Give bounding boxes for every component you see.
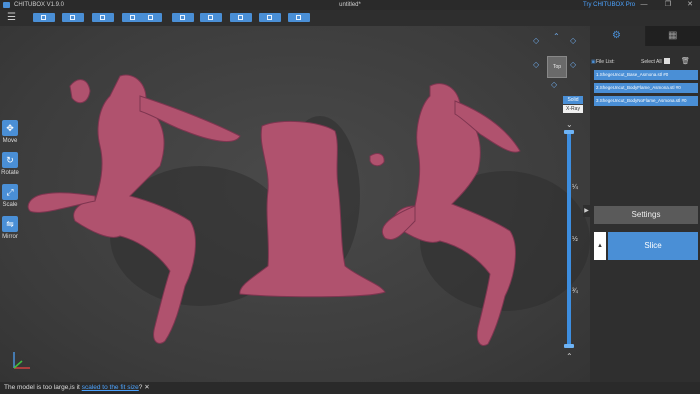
layer-slider-top-handle[interactable] [564, 130, 574, 134]
support-button[interactable] [200, 13, 222, 22]
hamburger-icon[interactable]: ☰ [7, 13, 16, 23]
file-list-item[interactable]: 3.ShegeUncut_BodyNoFlame_Asmona.stl #0 [594, 96, 698, 106]
slider-tick-three-quarters: ¾ [572, 288, 578, 295]
view-rotate-right-icon[interactable]: ◇ [570, 36, 576, 45]
fill-icon [267, 15, 272, 20]
slider-tick-quarter: ¼ [572, 184, 578, 191]
panel-collapse-icon[interactable]: ▶ [583, 205, 590, 217]
layer-slider-track[interactable] [567, 132, 571, 347]
scale-icon: ⤢ [2, 184, 18, 200]
settings-button[interactable]: Settings [594, 206, 698, 224]
slice-options-toggle[interactable]: ▲ [594, 232, 606, 260]
support-icon [208, 15, 213, 20]
move-tool[interactable]: ✥ Move [1, 120, 19, 144]
printer-icon: ▦ [668, 30, 678, 41]
slider-tick-half: ½ [572, 236, 578, 243]
slider-up-icon[interactable]: ⌃ [566, 352, 573, 361]
title-bar: CHITUBOX V1.9.0 untitled* Try CHITUBOX P… [0, 0, 700, 10]
view-cube[interactable]: Top [547, 56, 567, 78]
open-project-button[interactable] [62, 13, 84, 22]
hollow-icon [238, 15, 243, 20]
rotate-tool[interactable]: ↻ Rotate [1, 152, 19, 176]
file-list-item[interactable]: 1.ShegeUncut_Base_Asmona.stl #0 [594, 70, 698, 80]
rotate-icon: ↻ [2, 152, 18, 168]
open-file-icon [41, 15, 46, 20]
file-list-item[interactable]: 2.ShegeUncut_BodyFlame_Asmona.stl #0 [594, 83, 698, 93]
open-file-button[interactable] [33, 13, 55, 22]
tab-printer[interactable]: ▦ [646, 26, 700, 46]
3d-viewport[interactable]: ✥ Move ↻ Rotate ⤢ Scale ⇋ Mirror ◇ ⌃ ◇ ◇… [0, 26, 590, 382]
undo-redo-button[interactable] [122, 13, 162, 22]
tab-settings[interactable]: ⚙ [590, 26, 646, 46]
view-rotate-right-down-icon[interactable]: ◇ [570, 60, 576, 69]
view-rotate-down-icon[interactable]: ◇ [551, 80, 557, 89]
close-button[interactable]: ✕ [682, 0, 698, 10]
status-dismiss[interactable]: ? ✕ [139, 384, 150, 391]
open-project-icon [70, 15, 75, 20]
view-rotate-up-left-icon[interactable]: ◇ [533, 36, 539, 45]
status-bar: The model is too large,is it scaled to t… [0, 382, 700, 394]
gear-icon: ⚙ [612, 30, 621, 41]
view-rotate-up-icon[interactable]: ⌃ [553, 32, 560, 41]
status-message: The model is too large,is it [4, 384, 82, 391]
save-icon [100, 15, 105, 20]
redo-icon [148, 15, 153, 20]
file-list-label: File List: [596, 59, 615, 65]
mirror-label: Mirror [2, 234, 18, 240]
slice-button[interactable]: Slice [608, 232, 698, 260]
scale-label: Scale [2, 202, 18, 208]
settings-tool-button[interactable] [172, 13, 194, 22]
try-pro-link[interactable]: Try CHITUBOX Pro [583, 0, 635, 10]
right-panel: ⚙ ▦ ▣ File List: Select All 🗑 1.ShegeUnc… [590, 26, 700, 382]
save-button[interactable] [92, 13, 114, 22]
xray-mode-button[interactable]: X-Ray [563, 105, 583, 113]
solid-mode-button[interactable]: Solid [563, 96, 583, 104]
print-icon [296, 15, 301, 20]
select-all-checkbox[interactable] [664, 58, 670, 64]
undo-icon [130, 15, 135, 20]
view-rotate-left-icon[interactable]: ◇ [533, 60, 539, 69]
mirror-tool[interactable]: ⇋ Mirror [1, 216, 19, 240]
print-button[interactable] [288, 13, 310, 22]
scale-to-fit-link[interactable]: scaled to the fit size [82, 384, 139, 391]
fill-button[interactable] [259, 13, 281, 22]
main-toolbar: ☰ [0, 10, 700, 26]
select-all-label[interactable]: Select All [641, 59, 662, 65]
axis-gizmo [13, 352, 30, 369]
settings-icon [180, 15, 185, 20]
move-icon: ✥ [2, 120, 18, 136]
layer-slider-bottom-handle[interactable] [564, 344, 574, 348]
scale-tool[interactable]: ⤢ Scale [1, 184, 19, 208]
slider-down-icon[interactable]: ⌄ [566, 120, 573, 129]
view-cube-face: Top [552, 64, 562, 70]
hollow-button[interactable] [230, 13, 252, 22]
mirror-icon: ⇋ [2, 216, 18, 232]
move-label: Move [2, 138, 18, 144]
maximize-button[interactable]: ❐ [660, 0, 676, 10]
minimize-button[interactable]: — [636, 0, 652, 10]
model-scene [27, 74, 590, 346]
delete-icon[interactable]: 🗑 [681, 57, 690, 65]
panel-tabs: ⚙ ▦ [590, 26, 700, 46]
rotate-label: Rotate [1, 170, 19, 176]
